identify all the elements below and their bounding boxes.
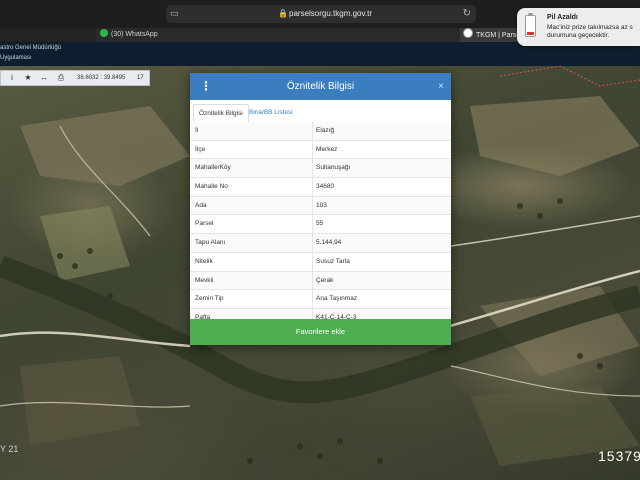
- row-value: Çerak: [316, 276, 334, 284]
- row-key: Ada: [195, 201, 207, 209]
- tab-building-list[interactable]: Bina/BB Listesi: [244, 104, 298, 122]
- close-icon[interactable]: ×: [438, 80, 444, 93]
- info-icon[interactable]: i: [5, 71, 19, 85]
- row-key: Parsel: [195, 220, 214, 228]
- row-value: 34680: [316, 183, 335, 191]
- row-value: Sultanuşağı: [316, 164, 351, 172]
- row-value: Susuz Tarla: [316, 257, 350, 265]
- attribute-info-modal: ⋮ Öznitelik Bilgisi × Öznitelik Bilgisi …: [190, 73, 451, 345]
- attribute-table: İl Elazığ İlçe Merkez Mahalle/Köy Sultanuşa…: [190, 122, 451, 328]
- add-to-favorites-button[interactable]: Favorilere ekle: [190, 319, 451, 345]
- modal-tabs: Öznitelik Bilgisi Bina/BB Listesi: [190, 100, 451, 124]
- table-row: Tapu Alanı 5.144,94: [190, 234, 451, 253]
- reload-icon[interactable]: ↻: [463, 8, 471, 19]
- sidebar-icon[interactable]: ▭: [170, 8, 180, 18]
- table-row: Mahalle No 34680: [190, 178, 451, 197]
- measure-icon[interactable]: ↔: [37, 71, 51, 85]
- print-icon[interactable]: ⎙: [54, 71, 68, 85]
- row-key: Zemin Tip: [195, 295, 224, 303]
- tab-whatsapp[interactable]: (30) WhatsApp: [100, 28, 320, 42]
- row-value: 5.144,94: [316, 239, 342, 247]
- tab-left[interactable]: [0, 28, 96, 42]
- table-row: Mahalle/Köy Sultanuşağı: [190, 159, 451, 179]
- table-row: Mevkii Çerak: [190, 271, 451, 291]
- whatsapp-icon: [100, 29, 108, 37]
- row-key: Mahalle No: [195, 183, 228, 191]
- site-header-line1: astro Genel Müdürlüğü: [0, 45, 62, 51]
- modal-header: ⋮ Öznitelik Bilgisi ×: [190, 73, 451, 100]
- lock-icon: 🔒: [278, 9, 288, 18]
- row-key: Mahalle/Köy: [195, 164, 231, 172]
- notification-body: Mac'iniz prize takılmazsa az s durumuna …: [547, 24, 633, 39]
- row-key: İlçe: [195, 145, 206, 153]
- tab-attribute-info[interactable]: Öznitelik Bilgisi: [193, 104, 249, 124]
- site-header-line2: Uygulaması: [0, 55, 32, 61]
- table-row: Ada 103: [190, 196, 451, 216]
- row-key: Nitelik: [195, 257, 213, 265]
- table-row: Nitelik Susuz Tarla: [190, 252, 451, 272]
- coordinate-readout: 38.6032 : 39.8495: [77, 75, 126, 81]
- row-value: 103: [316, 201, 327, 209]
- row-value: 55: [316, 220, 324, 228]
- table-row: Zemin Tip Ana Taşınmaz: [190, 290, 451, 309]
- tkgm-icon: [463, 28, 473, 38]
- map-toolbar: i ★ ↔ ⎙ 38.6032 : 39.8495 17: [0, 70, 150, 86]
- row-key: Mevkii: [195, 276, 214, 284]
- map-corner-text-right: 15379: [598, 448, 640, 464]
- table-row: İl Elazığ: [190, 122, 451, 141]
- row-value: Ana Taşınmaz: [316, 295, 358, 303]
- row-key: İl: [195, 127, 199, 134]
- table-row: İlçe Merkez: [190, 140, 451, 160]
- address-bar[interactable]: ▭ 🔒 parselsorgu.tkgm.gov.tr ↻: [166, 5, 476, 23]
- row-value: Merkez: [316, 145, 338, 153]
- modal-title: Öznitelik Bilgisi: [286, 81, 355, 92]
- map-corner-text-left: Y 21: [0, 444, 19, 454]
- battery-low-icon: [525, 13, 536, 37]
- row-value: Elazığ: [316, 127, 335, 134]
- notification-title: Pil Azaldı: [547, 14, 578, 21]
- tab-whatsapp-label: (30) WhatsApp: [111, 31, 158, 38]
- row-key: Tapu Alanı: [195, 239, 226, 247]
- low-battery-notification[interactable]: Pil Azaldı Mac'iniz prize takılmazsa az …: [517, 8, 640, 46]
- table-row: Parsel 55: [190, 215, 451, 235]
- address-url[interactable]: parselsorgu.tkgm.gov.tr: [289, 9, 372, 19]
- star-icon[interactable]: ★: [21, 71, 35, 85]
- zoom-level: 17: [137, 75, 144, 81]
